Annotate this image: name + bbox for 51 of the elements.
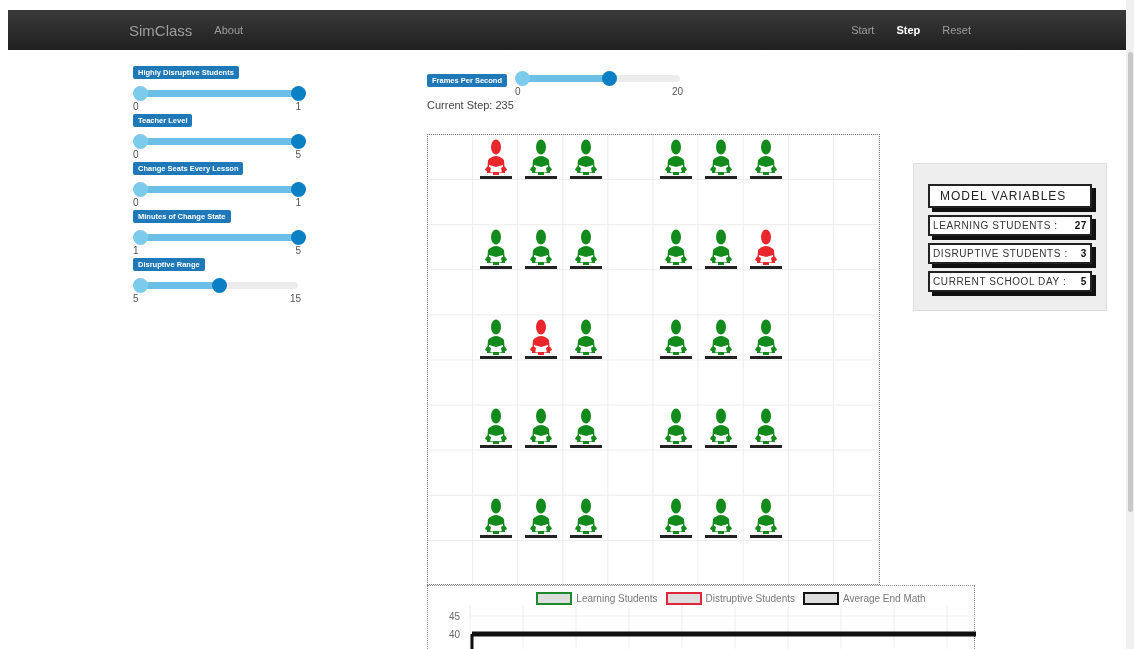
variable-value: 3 — [1080, 248, 1087, 259]
slider-max: 5 — [295, 245, 301, 256]
slider-max: 1 — [295, 197, 301, 208]
slider-handle[interactable] — [133, 278, 148, 293]
axis-tick-label: 45 — [448, 611, 460, 622]
slider-min: 5 — [133, 293, 139, 304]
slider-handle[interactable] — [291, 230, 306, 245]
slider-max: 5 — [295, 149, 301, 160]
slider-track[interactable] — [133, 182, 305, 197]
slider-handle[interactable] — [291, 182, 306, 197]
nav-link[interactable]: Step — [896, 24, 921, 36]
slider-max: 1 — [295, 101, 301, 112]
legend-swatch — [803, 592, 839, 605]
slider-handle[interactable] — [212, 278, 227, 293]
slider-handle[interactable] — [601, 71, 617, 86]
slider-min: 0 — [133, 197, 139, 208]
variable-value: 5 — [1080, 276, 1087, 287]
slider-max: 20 — [671, 86, 684, 97]
legend-label: Learning Students — [576, 593, 658, 604]
slider-handle[interactable] — [133, 134, 148, 149]
slider-handle[interactable] — [133, 230, 148, 245]
variable-label: CURRENT SCHOOL DAY : — [933, 276, 1067, 287]
slider-min: 0 — [133, 149, 139, 160]
slider-track[interactable] — [133, 230, 305, 245]
variable-value: 27 — [1074, 220, 1087, 231]
brand-name[interactable]: SimClass — [129, 21, 193, 39]
slider-track[interactable] — [133, 86, 305, 101]
step-counter: Current Step: 235 — [427, 99, 515, 111]
slider-min: 1 — [133, 245, 139, 256]
scrollbar-thumb[interactable] — [1127, 52, 1133, 512]
slider-handle[interactable] — [515, 71, 531, 86]
nav-link[interactable]: Reset — [942, 24, 971, 36]
line-drop — [470, 634, 474, 649]
legend-swatch — [536, 592, 573, 605]
slider-track[interactable] — [133, 134, 305, 149]
variable-label: DISRUPTIVE STUDENTS : — [933, 248, 1068, 259]
legend-label: Average End Math — [843, 593, 926, 604]
slider-handle[interactable] — [291, 86, 306, 101]
slider-max: 15 — [289, 293, 301, 304]
slider-min: 0 — [515, 86, 521, 97]
nav-link[interactable]: About — [214, 24, 244, 36]
nav-link[interactable]: Start — [851, 24, 875, 36]
slider-handle[interactable] — [133, 86, 148, 101]
slider-handle[interactable] — [291, 134, 306, 149]
slider-handle[interactable] — [133, 182, 148, 197]
scrollbar[interactable] — [1126, 0, 1134, 649]
legend-swatch — [665, 592, 702, 605]
axis-tick-label: 40 — [448, 629, 460, 640]
legend-label: Distruptive Students — [705, 593, 795, 604]
slider-min: 0 — [133, 101, 139, 112]
variable-label: LEARNING STUDENTS : — [933, 220, 1058, 231]
